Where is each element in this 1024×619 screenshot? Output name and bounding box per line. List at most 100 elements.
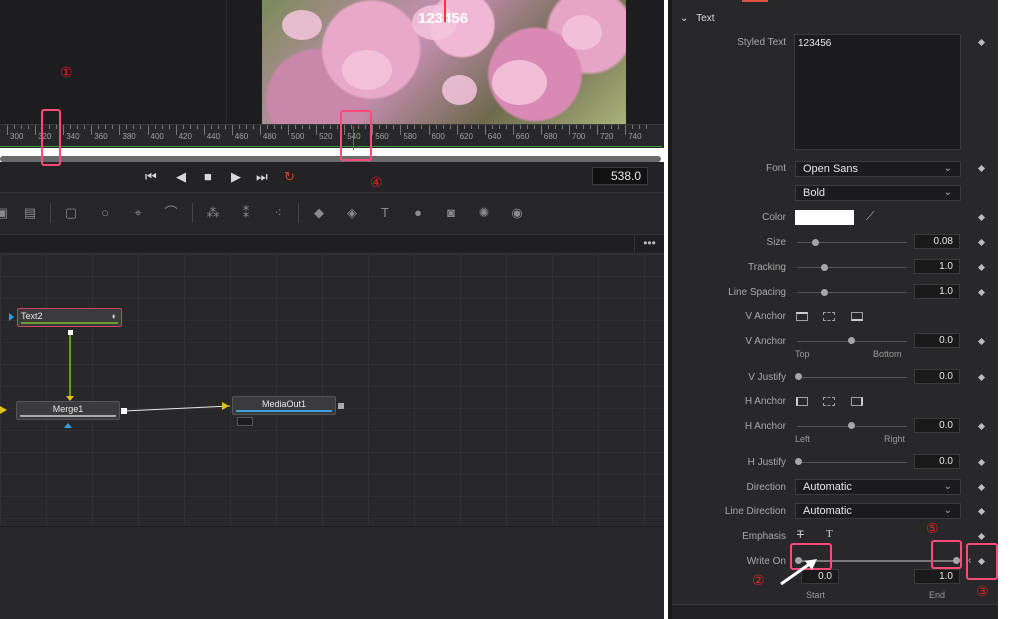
size-slider-knob[interactable] bbox=[812, 239, 819, 246]
ruler-label: 600 bbox=[431, 132, 445, 141]
ruler-minor-tick bbox=[309, 125, 311, 129]
node-toggle-icon[interactable]: ◐ bbox=[112, 309, 117, 323]
write-on-end-input[interactable]: 1.0 bbox=[914, 569, 960, 584]
tracking-slider-knob[interactable] bbox=[821, 264, 828, 271]
direction-dropdown[interactable]: Automatic ⌄ bbox=[795, 479, 961, 495]
ruler-label: 560 bbox=[375, 132, 389, 141]
align-top-icon[interactable] bbox=[796, 312, 808, 321]
align-right-icon[interactable] bbox=[851, 397, 863, 406]
ruler-minor-tick bbox=[561, 125, 563, 129]
ruler-minor-tick bbox=[273, 125, 275, 129]
line-spacing-slider-knob[interactable] bbox=[821, 289, 828, 296]
ruler-minor-tick bbox=[133, 125, 135, 129]
v-justify-input[interactable]: 0.0 bbox=[914, 369, 960, 384]
font-style-dropdown[interactable]: Bold ⌄ bbox=[795, 185, 961, 201]
node-text2[interactable]: Text2 ◐ bbox=[17, 308, 122, 327]
play-icon[interactable]: ▶ bbox=[231, 169, 241, 185]
merge-3d-icon[interactable]: ● bbox=[410, 206, 426, 220]
v-anchor-label: V Anchor bbox=[745, 311, 786, 322]
particle-style-icon[interactable]: ⁖ bbox=[270, 206, 286, 220]
strikethrough-icon[interactable]: T bbox=[797, 529, 804, 541]
skip-forward-icon[interactable]: ⏭ bbox=[256, 169, 268, 185]
ruler-tick bbox=[231, 125, 233, 135]
node-output-port[interactable] bbox=[68, 330, 73, 335]
text-style-icon[interactable]: T bbox=[826, 528, 833, 540]
tracking-input[interactable]: 1.0 bbox=[914, 259, 960, 274]
text-section-header[interactable]: ⌄ Text bbox=[680, 13, 715, 24]
inspector-footer bbox=[672, 604, 998, 619]
background-tool-icon[interactable]: ▣ bbox=[0, 206, 10, 220]
font-value: Open Sans bbox=[803, 163, 859, 175]
align-center-icon[interactable] bbox=[823, 397, 835, 406]
font-dropdown[interactable]: Open Sans ⌄ bbox=[795, 161, 961, 177]
node-status-bar bbox=[236, 410, 332, 412]
line-direction-dropdown[interactable]: Automatic ⌄ bbox=[795, 503, 961, 519]
skip-back-icon[interactable]: ⏮ bbox=[145, 169, 157, 185]
color-swatch[interactable] bbox=[795, 210, 854, 225]
renderer-3d-icon[interactable]: ◉ bbox=[509, 206, 525, 220]
shape-3d-icon[interactable]: ◈ bbox=[344, 206, 360, 220]
active-tab-indicator bbox=[742, 0, 768, 2]
ruler-label: 500 bbox=[291, 132, 305, 141]
h-anchor-slider-knob[interactable] bbox=[848, 422, 855, 429]
line-spacing-slider[interactable] bbox=[797, 292, 907, 293]
ruler-tick bbox=[259, 125, 261, 135]
loop-icon[interactable]: ↻ bbox=[284, 169, 295, 185]
timeline-ruler[interactable]: 3003203403603804004204404604805005205405… bbox=[0, 124, 664, 148]
current-frame-field[interactable]: 538.0 bbox=[592, 167, 648, 185]
node-mediaout1[interactable]: MediaOut1 bbox=[232, 396, 336, 415]
h-justify-slider-knob[interactable] bbox=[795, 458, 802, 465]
ruler-tick bbox=[147, 125, 149, 135]
h-justify-slider[interactable] bbox=[797, 462, 907, 463]
annotation-arrow bbox=[780, 559, 817, 586]
paint-tool-icon[interactable]: ▤ bbox=[22, 206, 38, 220]
chevron-down-icon: ⌄ bbox=[943, 481, 952, 492]
ruler-minor-tick bbox=[547, 125, 549, 129]
stop-icon[interactable]: ■ bbox=[204, 169, 212, 184]
h-justify-input[interactable]: 0.0 bbox=[914, 454, 960, 469]
v-justify-slider[interactable] bbox=[797, 377, 907, 378]
v-anchor-slider-knob[interactable] bbox=[848, 337, 855, 344]
styled-text-input[interactable]: 123456 bbox=[794, 34, 961, 150]
ellipse-mask-icon[interactable]: ○ bbox=[97, 206, 113, 220]
node-output-port[interactable] bbox=[121, 408, 127, 414]
v-anchor-input[interactable]: 0.0 bbox=[914, 333, 960, 348]
chevron-down-icon: ⌄ bbox=[943, 163, 952, 174]
size-input[interactable]: 0.08 bbox=[914, 234, 960, 249]
blossom bbox=[342, 50, 392, 90]
node-editor[interactable]: Text2 ◐ Merge1 MediaOut1 bbox=[0, 254, 664, 526]
play-reverse-icon[interactable]: ◀ bbox=[176, 169, 186, 185]
onscreen-control-arrow[interactable] bbox=[444, 0, 446, 22]
align-bottom-icon[interactable] bbox=[851, 312, 863, 321]
image-plane-3d-icon[interactable]: ◆ bbox=[311, 206, 327, 220]
bspline-mask-icon[interactable]: ⌒ bbox=[163, 206, 179, 220]
rectangle-mask-icon[interactable]: ▢ bbox=[63, 206, 79, 220]
particle-render-icon[interactable]: ⁑ bbox=[238, 206, 254, 220]
ruler-minor-tick bbox=[337, 125, 339, 129]
align-left-icon[interactable] bbox=[796, 397, 808, 406]
h-anchor-right-label: Right bbox=[884, 434, 906, 444]
ruler-tick bbox=[175, 125, 177, 135]
ruler-minor-tick bbox=[330, 125, 332, 129]
polygon-mask-icon[interactable]: ⌖ bbox=[130, 206, 146, 220]
ruler-tick bbox=[512, 125, 514, 135]
align-middle-icon[interactable] bbox=[823, 312, 835, 321]
viewer-indicator-icon[interactable] bbox=[237, 417, 253, 426]
particle-emitter-icon[interactable]: ⁂ bbox=[205, 206, 221, 220]
annotation-number-3: ③ bbox=[976, 583, 989, 599]
v-justify-slider-knob[interactable] bbox=[795, 373, 802, 380]
chevron-down-icon[interactable]: ⌄ bbox=[680, 13, 688, 24]
text-3d-icon[interactable]: T bbox=[377, 206, 393, 220]
node-output-port[interactable] bbox=[338, 403, 344, 409]
camera-3d-icon[interactable]: ◙ bbox=[443, 206, 459, 220]
tracking-slider[interactable] bbox=[797, 267, 907, 268]
node-merge1[interactable]: Merge1 bbox=[16, 401, 120, 420]
render-range-line bbox=[0, 146, 662, 147]
eyedropper-icon[interactable]: ⟋ bbox=[866, 209, 874, 224]
node-editor-options-button[interactable]: ••• bbox=[634, 234, 664, 254]
spotlight-icon[interactable]: ✺ bbox=[476, 206, 492, 220]
line-spacing-input[interactable]: 1.0 bbox=[914, 284, 960, 299]
v-anchor-slider-label: V Anchor bbox=[745, 336, 786, 347]
ruler-tick bbox=[203, 125, 205, 135]
h-anchor-input[interactable]: 0.0 bbox=[914, 418, 960, 433]
